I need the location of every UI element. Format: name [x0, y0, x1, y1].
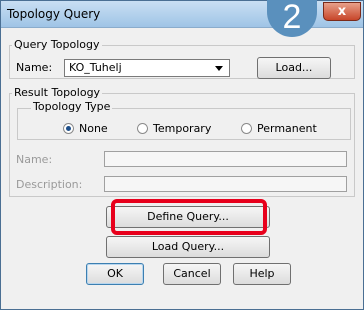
radio-permanent-label: Permanent [257, 122, 317, 135]
topology-name-value: KO_Tuhelj [69, 61, 122, 74]
radio-permanent[interactable]: Permanent [241, 122, 331, 136]
load-button[interactable]: Load... [257, 57, 331, 79]
description-label: Description: [16, 178, 83, 191]
chevron-down-icon [215, 66, 223, 71]
radio-temporary-indicator[interactable] [137, 123, 148, 134]
load-query-button[interactable]: Load Query... [106, 236, 270, 258]
query-topology-label: Query Topology [12, 38, 102, 51]
result-name-label: Name: [16, 153, 53, 166]
step-badge: 2 [267, 0, 317, 37]
result-name-field[interactable] [104, 151, 347, 167]
radio-temporary[interactable]: Temporary [137, 122, 227, 136]
radio-none-indicator[interactable] [63, 123, 74, 134]
title-bar[interactable]: Topology Query 2 x [1, 0, 363, 37]
define-query-highlight [111, 199, 267, 235]
radio-none-label: None [79, 122, 108, 135]
help-button[interactable]: Help [233, 263, 291, 285]
ok-button[interactable]: OK [86, 263, 144, 285]
radio-temporary-label: Temporary [153, 122, 212, 135]
radio-none[interactable]: None [63, 122, 123, 136]
topology-name-select[interactable]: KO_Tuhelj [64, 59, 230, 77]
radio-permanent-indicator[interactable] [241, 123, 252, 134]
cancel-button[interactable]: Cancel [163, 263, 221, 285]
topology-query-dialog: Topology Query 2 x Query Topology Name: … [0, 0, 364, 310]
close-button[interactable]: x [323, 2, 361, 21]
topology-type-label: Topology Type [31, 100, 113, 113]
result-topology-label: Result Topology [12, 86, 103, 99]
name-label: Name: [16, 61, 53, 74]
window-title: Topology Query [7, 7, 101, 21]
description-field[interactable] [104, 176, 347, 192]
